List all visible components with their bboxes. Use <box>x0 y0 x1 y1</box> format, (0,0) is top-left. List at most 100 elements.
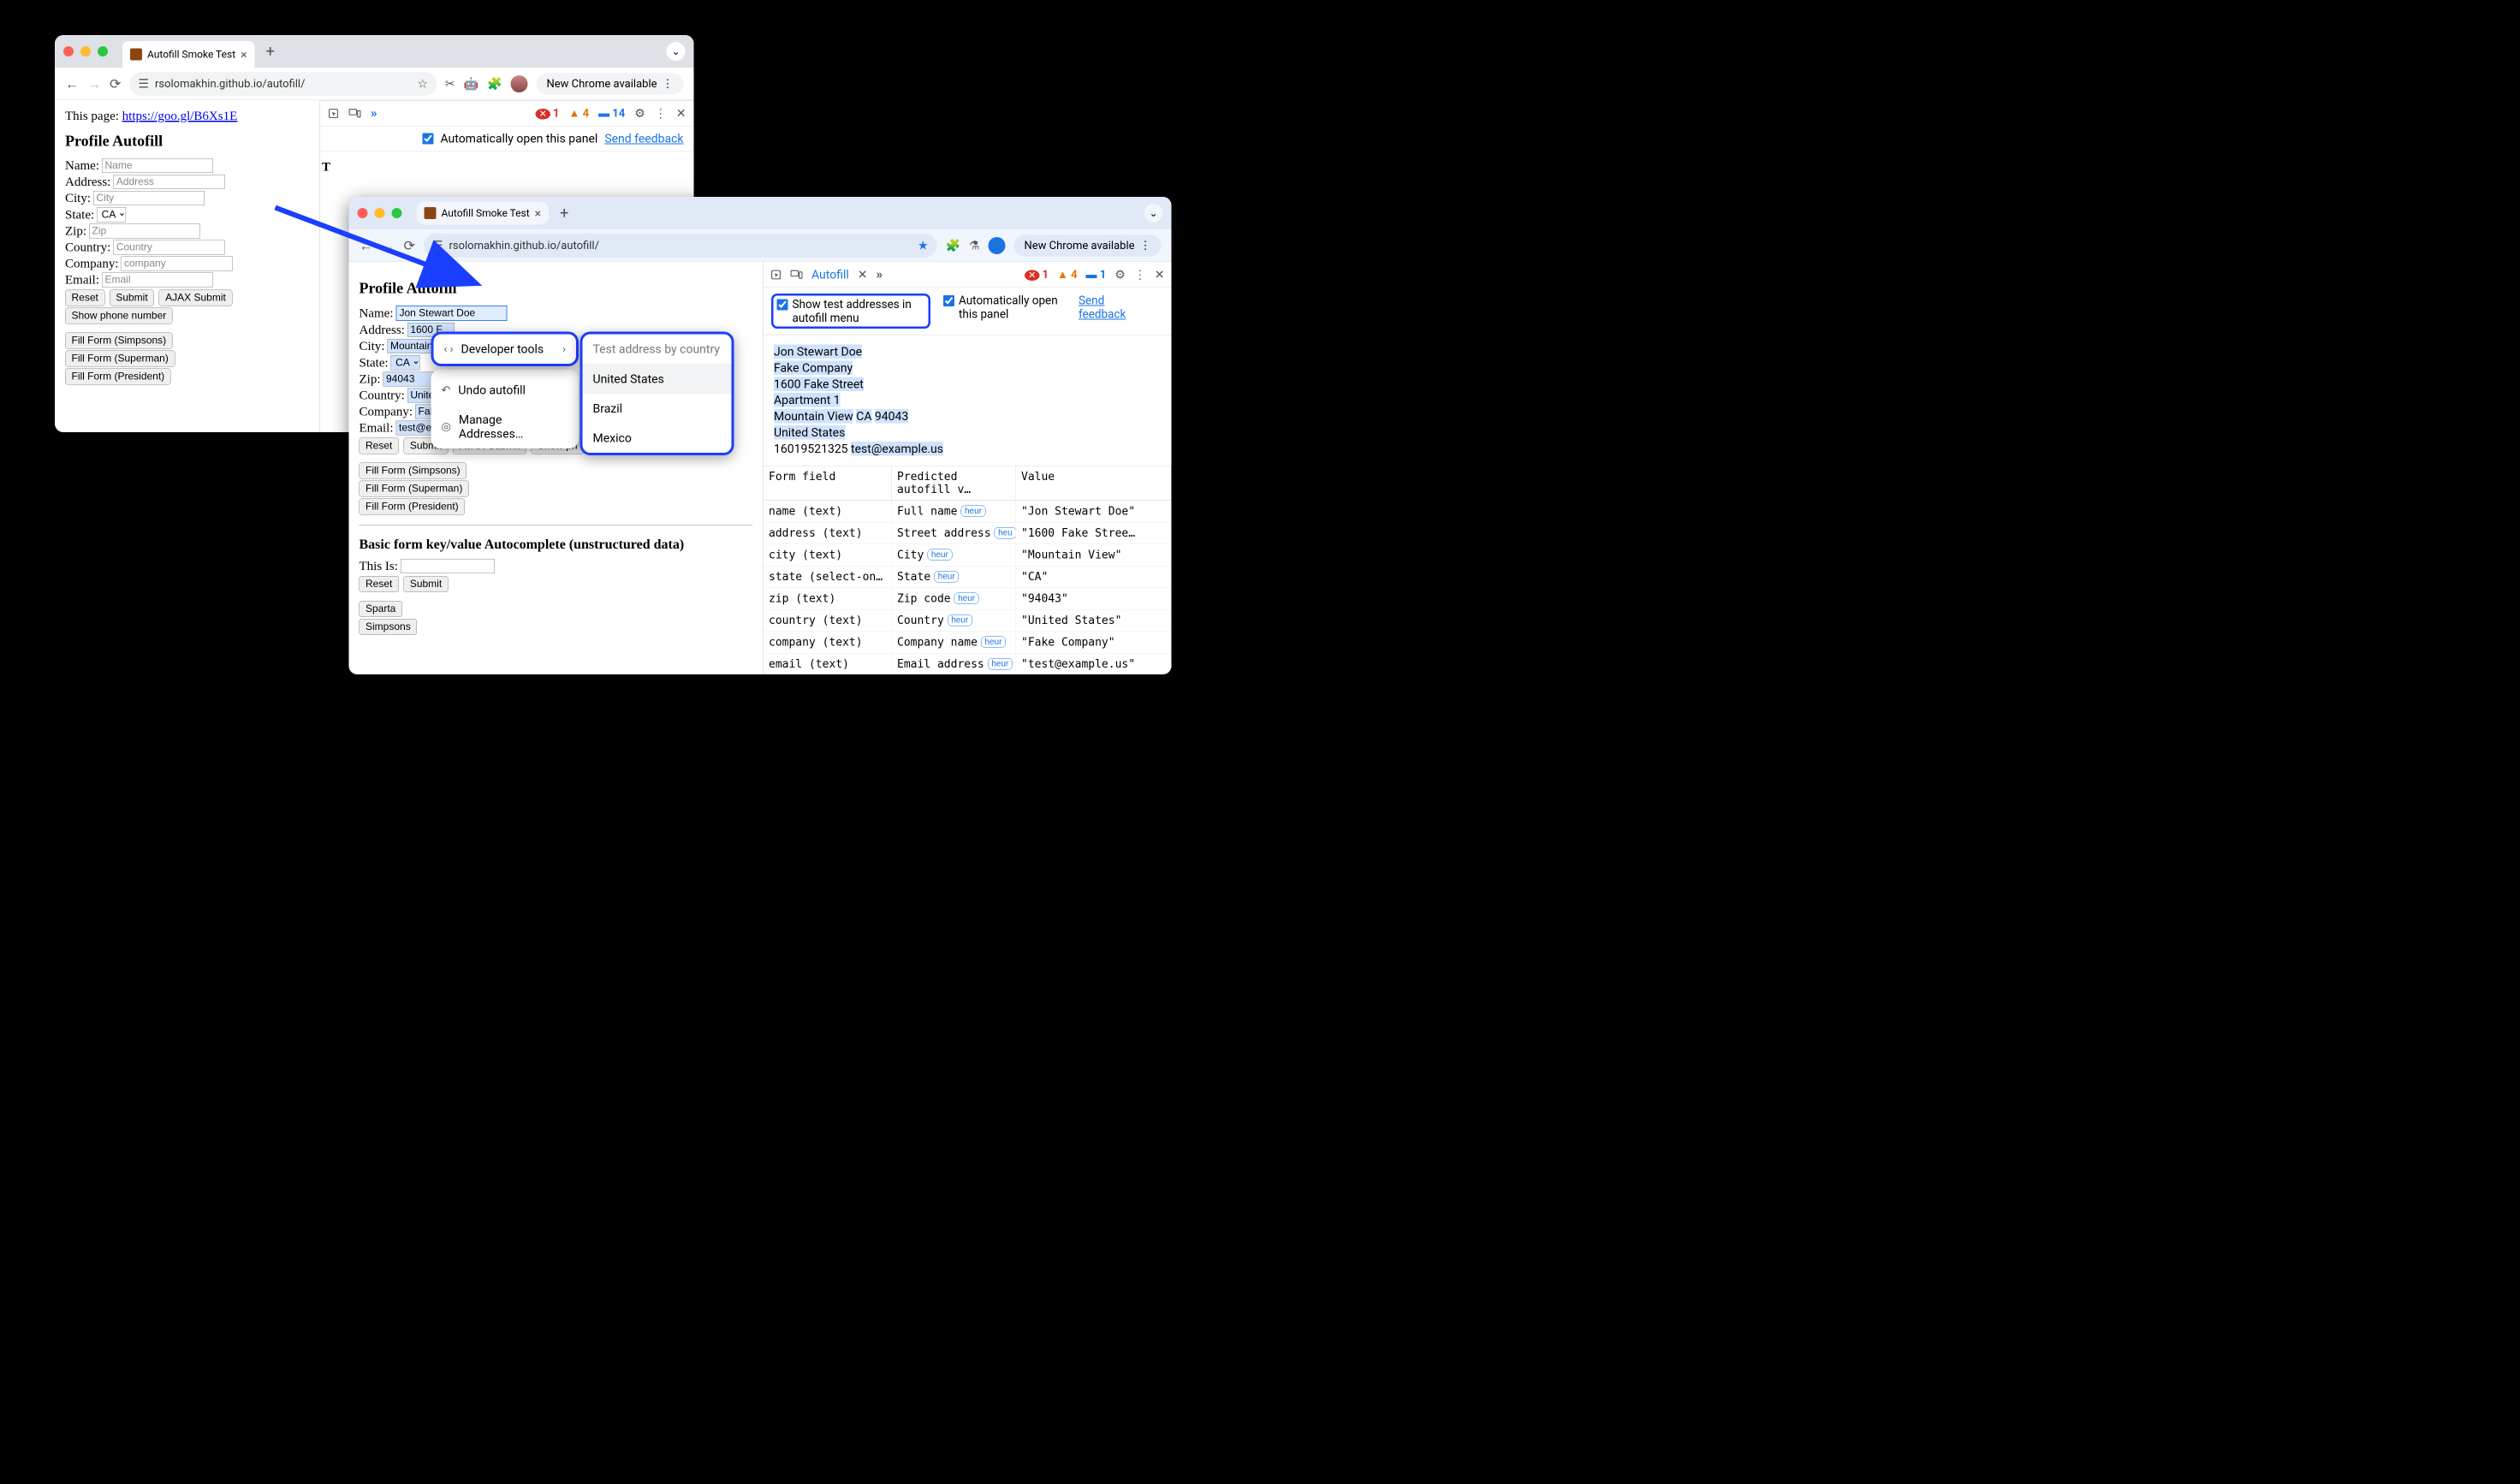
name-input[interactable] <box>395 306 507 321</box>
close-window-icon[interactable] <box>358 208 368 218</box>
country-mexico[interactable]: Mexico <box>583 424 732 454</box>
fill-superman-button[interactable]: Fill Form (Superman) <box>360 481 469 497</box>
labs-icon[interactable]: ⚗ <box>969 239 980 253</box>
autofill-tab[interactable]: Autofill <box>811 268 849 282</box>
reset2-button[interactable]: Reset <box>360 576 399 592</box>
show-phone-button[interactable]: Show phone number <box>65 308 173 324</box>
new-chrome-button[interactable]: New Chrome available ⋮ <box>537 73 684 94</box>
new-tab-button[interactable]: + <box>266 43 275 61</box>
robot-icon[interactable]: 🤖 <box>464 77 478 92</box>
scissors-icon[interactable]: ✂ <box>445 77 455 92</box>
inspect-icon[interactable] <box>328 108 339 119</box>
table-row[interactable]: city (text)City heur"Mountain View" <box>764 544 1172 567</box>
profile-avatar[interactable] <box>511 75 528 92</box>
fill-simpsons-button[interactable]: Fill Form (Simpsons) <box>360 463 467 479</box>
close-window-icon[interactable] <box>63 46 74 56</box>
site-info-icon[interactable]: ☰ <box>138 77 149 92</box>
back-button[interactable]: ← <box>360 237 373 253</box>
zip-input[interactable] <box>89 224 200 239</box>
col-form-field[interactable]: Form field <box>764 466 892 500</box>
profile-avatar[interactable]: 👤 <box>989 237 1006 254</box>
more-tabs-button[interactable]: » <box>371 106 377 122</box>
warning-count[interactable]: ▲ 4 <box>569 107 590 121</box>
table-row[interactable]: name (text)Full name heur"Jon Stewart Do… <box>764 501 1172 523</box>
state-select[interactable]: CA <box>391 355 420 371</box>
address-bar[interactable]: ☰ rsolomakhin.github.io/autofill/ ★ <box>424 234 937 258</box>
ajax-submit-button[interactable]: AJAX Submit <box>159 290 233 306</box>
devtools-menu-icon[interactable]: ⋮ <box>655 106 667 121</box>
auto-open-checkbox[interactable] <box>422 133 433 144</box>
settings-icon[interactable]: ⚙ <box>1114 268 1126 282</box>
manage-addresses-item[interactable]: ◎ Manage Addresses… <box>431 405 579 448</box>
settings-icon[interactable]: ⚙ <box>634 106 645 121</box>
browser-tab[interactable]: Autofill Smoke Test × <box>417 202 550 225</box>
address-input[interactable] <box>113 175 224 189</box>
company-input[interactable] <box>122 257 233 271</box>
table-row[interactable]: country (text)Country heur"United States… <box>764 609 1172 632</box>
fill-simpsons-button[interactable]: Fill Form (Simpsons) <box>65 333 173 349</box>
maximize-window-icon[interactable] <box>98 46 108 56</box>
show-test-addresses-checkbox[interactable] <box>777 300 788 311</box>
warning-count[interactable]: ▲ 4 <box>1057 268 1078 282</box>
fill-superman-button[interactable]: Fill Form (Superman) <box>65 351 175 367</box>
browser-tab[interactable]: Autofill Smoke Test × <box>122 41 255 68</box>
auto-open-checkbox[interactable] <box>943 295 954 306</box>
col-predicted[interactable]: Predicted autofill v… <box>892 466 1016 500</box>
col-value[interactable]: Value <box>1016 466 1172 500</box>
simpsons2-button[interactable]: Simpsons <box>360 619 418 635</box>
country-united-states[interactable]: United States <box>583 365 732 395</box>
info-count[interactable]: ▬ 1 <box>1086 268 1107 282</box>
new-chrome-button[interactable]: New Chrome available ⋮ <box>1014 234 1162 256</box>
city-input[interactable] <box>93 191 205 205</box>
auto-open-option[interactable]: Automatically open this panel <box>943 294 1066 321</box>
show-test-addresses-option[interactable]: Show test addresses in autofill menu <box>771 294 930 329</box>
close-devtools-icon[interactable]: ✕ <box>676 106 686 121</box>
table-row[interactable]: state (select-on…State heur"CA" <box>764 566 1172 588</box>
fill-president-button[interactable]: Fill Form (President) <box>360 499 466 515</box>
back-button[interactable]: ← <box>65 75 79 92</box>
info-count[interactable]: ▬ 14 <box>598 107 625 121</box>
error-count[interactable]: ✕ 1 <box>536 107 560 120</box>
tab-list-button[interactable]: ⌄ <box>1144 204 1163 223</box>
extensions-icon[interactable]: 🧩 <box>487 77 502 92</box>
table-row[interactable]: company (text)Company name heur"Fake Com… <box>764 632 1172 654</box>
reload-button[interactable]: ⟳ <box>404 237 415 253</box>
device-icon[interactable] <box>348 108 361 119</box>
address-bar[interactable]: ☰ rsolomakhin.github.io/autofill/ ☆ <box>129 72 436 96</box>
page-link[interactable]: https://goo.gl/B6Xs1E <box>122 109 238 123</box>
devtools-menu-icon[interactable]: ⋮ <box>1134 268 1146 282</box>
close-tab-icon[interactable]: × <box>535 206 541 221</box>
close-devtools-icon[interactable]: ✕ <box>1155 268 1165 282</box>
table-row[interactable]: zip (text)Zip code heur"94043" <box>764 588 1172 610</box>
state-select[interactable]: CA <box>97 207 126 223</box>
submit-button[interactable]: Submit <box>110 290 154 306</box>
minimize-window-icon[interactable] <box>80 46 91 56</box>
close-panel-icon[interactable]: ✕ <box>858 268 868 282</box>
reset-button[interactable]: Reset <box>65 290 104 306</box>
minimize-window-icon[interactable] <box>375 208 385 218</box>
this-is-input[interactable] <box>401 559 495 573</box>
country-brazil[interactable]: Brazil <box>583 394 732 424</box>
sparta-button[interactable]: Sparta <box>360 601 402 617</box>
reset-button[interactable]: Reset <box>360 438 399 454</box>
bookmark-icon[interactable]: ★ <box>918 239 929 253</box>
table-row[interactable]: address (text)Street address heu"1600 Fa… <box>764 522 1172 544</box>
device-icon[interactable] <box>790 269 803 280</box>
tab-list-button[interactable]: ⌄ <box>667 42 686 61</box>
fill-president-button[interactable]: Fill Form (President) <box>65 369 171 385</box>
more-tabs-button[interactable]: » <box>877 267 883 282</box>
name-input[interactable] <box>102 158 213 173</box>
send-feedback-link[interactable]: Send feedback <box>1079 294 1138 321</box>
reload-button[interactable]: ⟳ <box>110 75 121 92</box>
error-count[interactable]: ✕ 1 <box>1025 268 1049 281</box>
maximize-window-icon[interactable] <box>392 208 402 218</box>
bookmark-icon[interactable]: ☆ <box>417 77 428 92</box>
developer-tools-item[interactable]: ‹ › Developer tools › <box>434 335 577 365</box>
new-tab-button[interactable]: + <box>560 205 568 223</box>
country-input[interactable] <box>113 240 224 255</box>
site-info-icon[interactable]: ☰ <box>432 239 443 253</box>
inspect-icon[interactable] <box>770 269 782 280</box>
table-row[interactable]: email (text)Email address heur"test@exam… <box>764 653 1172 674</box>
undo-autofill-item[interactable]: ↶ Undo autofill <box>431 376 579 406</box>
close-tab-icon[interactable]: × <box>241 47 247 62</box>
